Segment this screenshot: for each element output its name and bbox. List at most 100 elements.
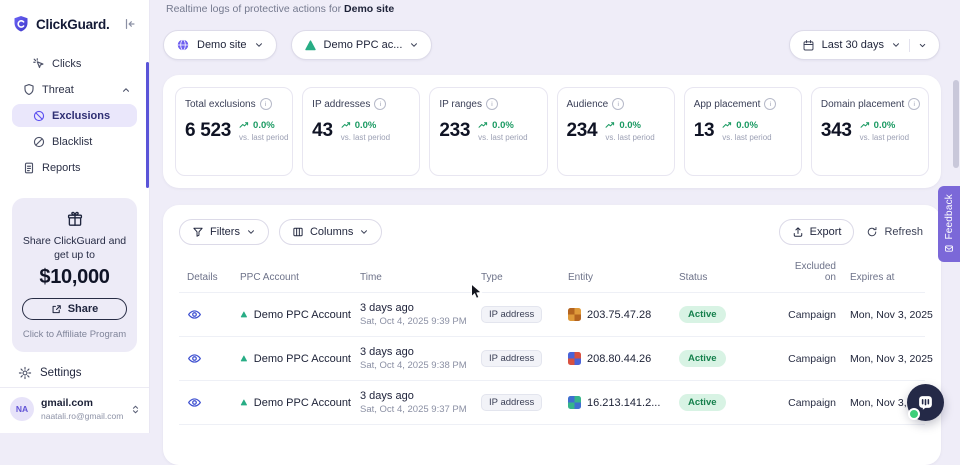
- sidebar-scroll-indicator[interactable]: [146, 62, 149, 188]
- cell-account: Demo PPC Account: [254, 309, 351, 321]
- stat-delta: 0.0%: [736, 120, 758, 131]
- cell-expires-at: Mon, Nov 3, 2025: [836, 353, 933, 365]
- table-row: Demo PPC Account 3 days agoSat, Oct 4, 2…: [179, 380, 925, 424]
- stat-card-total-exclusions: Total exclusions 6 523 0.0% vs. last per…: [175, 87, 293, 176]
- sidebar-item-clicks[interactable]: Clicks: [12, 52, 137, 75]
- table-row: Demo PPC Account 3 days agoSat, Oct 4, 2…: [179, 336, 925, 380]
- eye-icon: [187, 395, 202, 410]
- sidebar-item-blacklist[interactable]: Blacklist: [12, 130, 137, 153]
- sidebar-collapse-button[interactable]: [123, 17, 137, 31]
- share-button[interactable]: Share: [22, 298, 127, 320]
- nav-label-exclusions: Exclusions: [52, 110, 110, 122]
- refresh-button[interactable]: Refresh: [864, 219, 925, 245]
- user-menu[interactable]: NA gmail.com naatali.ro@gmail.com: [0, 387, 149, 433]
- stat-caption: vs. last period: [478, 133, 527, 142]
- stat-value: 6 523: [185, 120, 231, 142]
- cell-excluded-on: Campaign: [766, 353, 836, 365]
- clicks-icon: [32, 57, 46, 71]
- chevron-up-icon: [121, 85, 131, 95]
- avatar: NA: [10, 397, 34, 421]
- cell-entity: 16.213.141.2...: [587, 397, 660, 409]
- info-icon[interactable]: [908, 98, 920, 110]
- feedback-tab-label: Feedback: [944, 194, 955, 240]
- sidebar-item-exclusions[interactable]: Exclusions: [12, 104, 137, 127]
- sidebar-item-reports[interactable]: Reports: [12, 156, 137, 179]
- site-selector[interactable]: Demo site: [163, 30, 277, 60]
- type-badge: IP address: [481, 350, 542, 367]
- stat-label: IP ranges: [439, 99, 482, 110]
- stat-card-app-placement: App placement 13 0.0% vs. last period: [684, 87, 802, 176]
- affiliate-program-link[interactable]: Click to Affiliate Program: [22, 329, 127, 340]
- chat-icon: [917, 394, 934, 411]
- logs-panel: Filters Columns Export Refresh Details P…: [163, 205, 941, 465]
- stat-delta: 0.0%: [253, 120, 275, 131]
- trend-up-icon: [605, 120, 616, 131]
- settings-label: Settings: [40, 367, 82, 379]
- chat-launcher-button[interactable]: [907, 384, 944, 421]
- filters-button[interactable]: Filters: [179, 219, 269, 245]
- stat-value: 234: [567, 120, 598, 142]
- entity-identicon: [568, 396, 581, 409]
- type-badge: IP address: [481, 394, 542, 411]
- subtitle-site-name: Demo site: [344, 3, 394, 15]
- stat-card-domain-placement: Domain placement 343 0.0% vs. last perio…: [811, 87, 929, 176]
- stat-caption: vs. last period: [722, 133, 771, 142]
- status-badge: Active: [679, 394, 726, 411]
- details-eye-button[interactable]: [187, 395, 202, 410]
- trend-up-icon: [860, 120, 871, 131]
- chevron-down-icon: [254, 40, 264, 50]
- ppc-account-selector[interactable]: Demo PPC ac...: [291, 30, 433, 60]
- info-icon[interactable]: [612, 98, 624, 110]
- info-icon[interactable]: [764, 98, 776, 110]
- sidebar-item-settings[interactable]: Settings: [12, 366, 137, 380]
- eye-icon: [187, 307, 202, 322]
- nav-label-reports: Reports: [42, 162, 81, 174]
- stat-label: IP addresses: [312, 99, 370, 110]
- columns-button[interactable]: Columns: [279, 219, 382, 245]
- table-body: Demo PPC Account 3 days agoSat, Oct 4, 2…: [179, 292, 925, 425]
- share-button-label: Share: [68, 303, 99, 315]
- info-icon[interactable]: [486, 98, 498, 110]
- column-header-expires-at: Expires at: [836, 272, 925, 283]
- info-icon[interactable]: [374, 98, 386, 110]
- nav-label-threat: Threat: [42, 84, 74, 96]
- export-icon: [792, 226, 804, 238]
- info-icon[interactable]: [260, 98, 272, 110]
- column-header-type: Type: [471, 272, 556, 283]
- scrollbar-thumb[interactable]: [953, 80, 959, 168]
- stat-label: Audience: [567, 99, 609, 110]
- chevron-down-icon: [891, 40, 901, 50]
- gear-icon: [18, 366, 32, 380]
- sidebar-item-threat[interactable]: Threat: [12, 78, 137, 101]
- column-header-entity: Entity: [556, 272, 669, 283]
- stat-card-ip-addresses: IP addresses 43 0.0% vs. last period: [302, 87, 420, 176]
- details-eye-button[interactable]: [187, 351, 202, 366]
- stat-delta: 0.0%: [874, 120, 896, 131]
- type-badge: IP address: [481, 306, 542, 323]
- user-email: naatali.ro@gmail.com: [41, 411, 123, 421]
- clickguard-logo-icon: [12, 15, 30, 33]
- entity-identicon: [568, 308, 581, 321]
- stat-label: App placement: [694, 99, 761, 110]
- columns-icon: [292, 226, 304, 238]
- stat-delta: 0.0%: [492, 120, 514, 131]
- export-button[interactable]: Export: [779, 219, 855, 245]
- stat-label: Domain placement: [821, 99, 904, 110]
- refresh-icon: [866, 226, 878, 238]
- feedback-tab[interactable]: Feedback: [938, 186, 960, 262]
- column-header-excluded-on: Excluded on: [766, 261, 836, 283]
- date-range-selector[interactable]: Last 30 days: [789, 30, 940, 60]
- details-eye-button[interactable]: [187, 307, 202, 322]
- trend-up-icon: [478, 120, 489, 131]
- cell-time-relative: 3 days ago: [360, 302, 471, 314]
- column-header-time: Time: [351, 272, 471, 283]
- reports-icon: [22, 161, 36, 175]
- chevron-down-icon: [409, 40, 419, 50]
- ppc-account-icon: [304, 39, 317, 52]
- stat-caption: vs. last period: [860, 133, 909, 142]
- stat-delta: 0.0%: [619, 120, 641, 131]
- trend-up-icon: [341, 120, 352, 131]
- column-header-details: Details: [179, 272, 231, 283]
- ppc-account-selector-label: Demo PPC ac...: [324, 39, 403, 51]
- nav-label-clicks: Clicks: [52, 58, 81, 70]
